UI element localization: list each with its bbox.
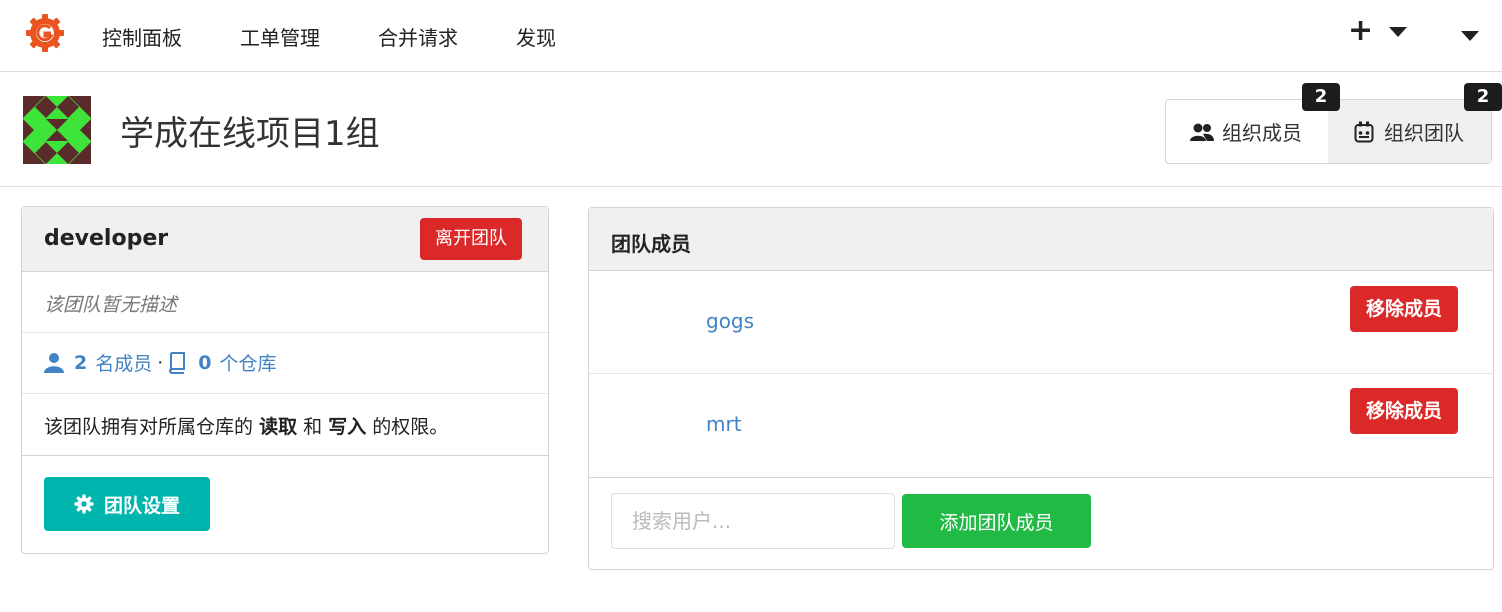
- user-icon: [44, 352, 64, 373]
- team-settings-label: 团队设置: [103, 494, 180, 517]
- member-count-label[interactable]: 名成员: [95, 349, 152, 376]
- perm-and: 和: [303, 416, 323, 438]
- user-menu-chevron-icon[interactable]: [1461, 31, 1479, 41]
- nav-issues[interactable]: 工单管理: [240, 22, 320, 51]
- divider: [22, 455, 548, 456]
- chevron-down-icon[interactable]: [1389, 27, 1407, 37]
- team-stats: 2 名成员 · 0 个仓库: [44, 349, 277, 376]
- search-user-input[interactable]: [611, 493, 895, 549]
- org-header: 学成在线项目1组 组织成员 组织团队 2 2: [0, 72, 1502, 187]
- users-icon: [1190, 123, 1214, 141]
- team-description: 该团队暂无描述: [44, 294, 178, 316]
- perm-read: 读取: [259, 416, 298, 438]
- team-icon: [1354, 121, 1374, 142]
- list-item: mrt 移除成员: [589, 374, 1493, 477]
- org-title: 学成在线项目1组: [120, 114, 380, 154]
- nav-pull-requests[interactable]: 合并请求: [378, 22, 458, 51]
- member-name-link[interactable]: mrt: [706, 412, 742, 436]
- gear-icon: [74, 494, 94, 514]
- team-permission-text: 该团队拥有对所属仓库的 读取 和 写入 的权限。: [44, 412, 448, 439]
- repo-icon: [169, 351, 186, 374]
- members-title: 团队成员: [611, 232, 691, 256]
- leave-team-button[interactable]: 离开团队: [420, 218, 522, 260]
- team-settings-button[interactable]: 团队设置: [44, 477, 210, 531]
- divider: [22, 393, 548, 394]
- repo-count[interactable]: 0: [198, 352, 211, 374]
- list-item: gogs 移除成员: [589, 271, 1493, 374]
- team-name: developer: [44, 226, 169, 251]
- divider: [589, 477, 1493, 478]
- member-count[interactable]: 2: [74, 352, 87, 374]
- org-avatar: [23, 96, 91, 164]
- team-info-panel: developer 离开团队 该团队暂无描述 2 名成员 · 0 个仓库 该团队…: [21, 206, 549, 554]
- team-members-header: 团队成员: [589, 208, 1493, 271]
- tab-label: 组织成员: [1222, 121, 1302, 145]
- org-tabs: 组织成员 组织团队 2 2: [1165, 83, 1502, 164]
- member-name-link[interactable]: gogs: [706, 309, 754, 333]
- teams-count-badge: 2: [1464, 83, 1502, 111]
- perm-write: 写入: [328, 416, 367, 438]
- repo-count-label[interactable]: 个仓库: [220, 349, 277, 376]
- team-info-header: developer 离开团队: [22, 207, 548, 272]
- team-members-panel: 团队成员 gogs 移除成员 mrt 移除成员 添加团队成员: [588, 207, 1494, 570]
- gogs-logo-icon[interactable]: [24, 12, 66, 54]
- perm-prefix: 该团队拥有对所属仓库的: [44, 416, 254, 438]
- plus-icon[interactable]: +: [1348, 14, 1373, 48]
- remove-member-button[interactable]: 移除成员: [1350, 388, 1458, 434]
- nav-explore[interactable]: 发现: [516, 22, 556, 51]
- remove-member-button[interactable]: 移除成员: [1350, 286, 1458, 332]
- perm-suffix: 的权限。: [372, 416, 449, 438]
- divider: [22, 332, 548, 333]
- nav-dashboard[interactable]: 控制面板: [102, 22, 182, 51]
- separator: ·: [157, 351, 164, 374]
- members-count-badge: 2: [1302, 83, 1340, 111]
- tab-label: 组织团队: [1384, 121, 1464, 145]
- top-navbar: 控制面板 工单管理 合并请求 发现 +: [0, 0, 1502, 72]
- add-team-member-button[interactable]: 添加团队成员: [902, 494, 1091, 548]
